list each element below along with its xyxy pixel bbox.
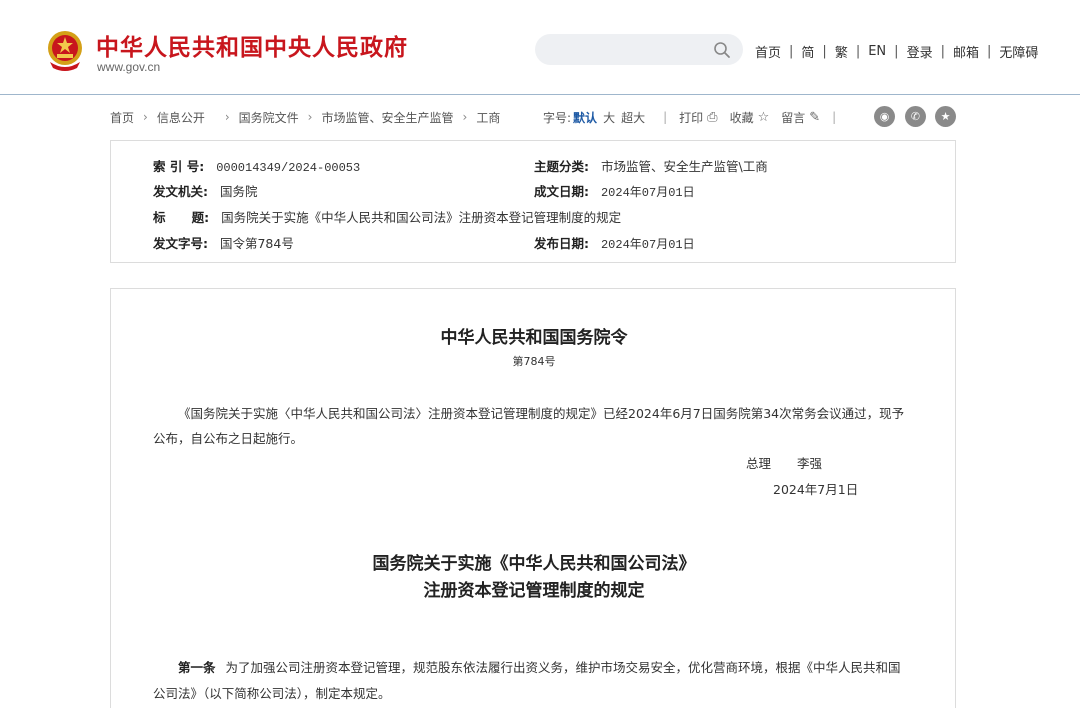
article-one-label: 第一条 [178,660,216,675]
article-one-text: 为了加强公司注册资本登记管理，规范股东依法履行出资义务，维护市场交易安全，优化营… [153,660,901,701]
top-links: 首页 | 简 | 繁 | EN | 登录 | 邮箱 | 无障碍 [755,42,1038,61]
link-accessibility[interactable]: 无障碍 [999,42,1038,61]
info-category-row: 主题分类: 市场监管、安全生产监管\工商 [534,156,768,175]
category-label: 主题分类: [534,159,589,174]
link-mail[interactable]: 邮箱 [953,42,979,61]
info-issuer-row: 发文机关: 国务院 [153,181,258,200]
pencil-icon[interactable]: ✎ [809,110,820,125]
chevron-right-icon: › [462,110,468,124]
breadcrumb-state-council-docs[interactable]: 国务院文件 [239,109,299,126]
link-simplified[interactable]: 简 [801,42,814,61]
category-value: 市场监管、安全生产监管\工商 [600,159,768,174]
chevron-right-icon: › [143,110,148,124]
link-login[interactable]: 登录 [907,42,933,61]
font-size-label: 字号: [543,110,572,125]
signature-name: 李强 [797,456,823,471]
page-tools: 字号: 默认 大 超大 | 打印 ⎙ 收藏 ☆ 留言 ✎ | [543,108,848,126]
print-button[interactable]: 打印 [679,109,703,126]
article-body: 中华人民共和国国务院令 第784号 《国务院关于实施〈中华人民共和国公司法〉注册… [110,288,956,708]
signature-date: 2024年7月1日 [773,482,859,497]
signature-line: 总理 李强 [746,453,822,472]
font-size-default[interactable]: 默认 [573,109,597,126]
comment-button[interactable]: 留言 [781,109,805,126]
font-size-large[interactable]: 大 [603,109,615,126]
regulation-title-line-1: 国务院关于实施《中华人民共和国公司法》 [372,554,696,574]
breadcrumb-market-regulation[interactable]: 市场监管、安全生产监管 [321,109,453,126]
search-box [535,34,743,65]
index-label: 索 引 号: [153,159,205,174]
written-date-label: 成文日期: [534,184,589,199]
regulation-title: 国务院关于实施《中华人民共和国公司法》 注册资本登记管理制度的规定 [111,551,957,605]
site-header: 中华人民共和国中央人民政府 www.gov.cn 首页 | 简 | 繁 | EN… [0,0,1080,95]
divider: | [986,44,992,59]
issuer-label: 发文机关: [153,184,208,199]
divider: | [663,110,668,124]
breadcrumb-info-open[interactable]: 信息公开 [157,109,205,126]
star-outline-icon[interactable]: ☆ [758,110,770,125]
written-date-value: 2024年07月01日 [600,186,695,200]
search-input[interactable] [535,34,710,65]
document-info-table: 索 引 号: 000014349/2024-00053 主题分类: 市场监管、安… [110,140,956,263]
link-traditional[interactable]: 繁 [835,42,848,61]
divider: | [940,44,945,59]
font-size-xlarge[interactable]: 超大 [621,109,645,126]
breadcrumb-home[interactable]: 首页 [110,109,134,126]
national-emblem-icon[interactable] [44,28,86,72]
site-url[interactable]: www.gov.cn [97,60,160,74]
info-docno-row: 发文字号: 国令第784号 [153,233,294,252]
signature-title: 总理 [746,456,772,471]
issuer-value: 国务院 [219,184,258,199]
weibo-icon[interactable]: ◉ [874,106,895,127]
divider: | [789,44,794,59]
order-title: 中华人民共和国国务院令 [440,328,628,348]
link-home[interactable]: 首页 [755,42,781,61]
article-one-paragraph: 第一条 为了加强公司注册资本登记管理，规范股东依法履行出资义务，维护市场交易安全，… [153,655,913,707]
info-published-date-row: 发布日期: 2024年07月01日 [534,233,695,252]
divider: | [832,110,837,124]
divider: | [822,44,827,59]
site-title[interactable]: 中华人民共和国中央人民政府 [96,28,408,62]
docno-label: 发文字号: [153,236,208,251]
printer-icon[interactable]: ⎙ [707,110,717,125]
docno-value: 国令第784号 [219,236,294,251]
title-value: 国务院关于实施《中华人民共和国公司法》注册资本登记管理制度的规定 [221,210,622,225]
wechat-icon[interactable]: ✆ [905,106,926,127]
order-number: 第784号 [512,355,556,368]
info-index-row: 索 引 号: 000014349/2024-00053 [153,156,360,175]
favorite-button[interactable]: 收藏 [730,109,754,126]
index-value: 000014349/2024-00053 [216,161,361,175]
star-icon[interactable]: ★ [935,106,956,127]
divider: | [894,44,899,59]
link-english[interactable]: EN [868,44,886,59]
search-icon[interactable] [713,41,731,59]
intro-paragraph: 《国务院关于实施〈中华人民共和国公司法〉注册资本登记管理制度的规定》已经2024… [153,406,905,446]
title-label: 标 题: [153,210,210,225]
chevron-right-icon: › [224,110,230,124]
breadcrumb-industry-commerce[interactable]: 工商 [476,109,500,126]
breadcrumb: 首页 › 信息公开 › 国务院文件 › 市场监管、安全生产监管 › 工商 [110,108,500,126]
published-date-label: 发布日期: [534,236,589,251]
chevron-right-icon: › [307,110,313,124]
regulation-title-line-2: 注册资本登记管理制度的规定 [423,581,645,601]
published-date-value: 2024年07月01日 [600,238,695,252]
info-title-row: 标 题: 国务院关于实施《中华人民共和国公司法》注册资本登记管理制度的规定 [153,207,621,226]
divider: | [855,44,861,59]
info-written-date-row: 成文日期: 2024年07月01日 [534,181,695,200]
